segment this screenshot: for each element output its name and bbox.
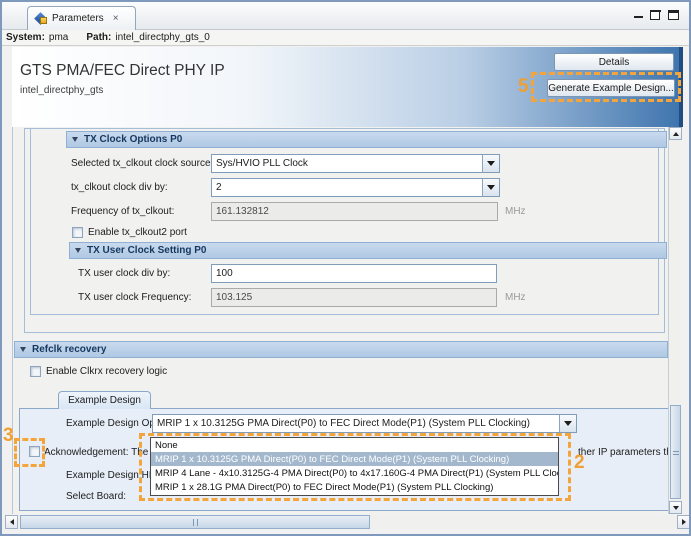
horizontal-scrollbar-thumb[interactable] bbox=[20, 515, 370, 529]
chevron-down-icon[interactable] bbox=[482, 155, 499, 172]
ip-header-banner: GTS PMA/FEC Direct PHY IP intel_directph… bbox=[12, 47, 683, 127]
tx-user-div-label: TX user clock div by: bbox=[78, 268, 171, 279]
section-title: TX Clock Options P0 bbox=[84, 134, 183, 145]
tx-user-freq-field: 103.125 bbox=[211, 288, 497, 307]
tx-user-div-input[interactable]: 100 bbox=[211, 264, 497, 283]
mhz-unit-label: MHz bbox=[505, 292, 526, 303]
readonly-value: 103.125 bbox=[216, 292, 253, 303]
section-title: Refclk recovery bbox=[32, 344, 107, 355]
tx-clkout-freq-field: 161.132812 bbox=[211, 202, 498, 221]
tab-parameters[interactable]: Parameters × bbox=[27, 6, 136, 30]
input-value: 100 bbox=[216, 268, 233, 279]
enable-clkrx-recovery-label: Enable Clkrx recovery logic bbox=[46, 366, 168, 377]
tab-label: Parameters bbox=[52, 13, 104, 24]
list-item-selected[interactable]: MRIP 1 x 10.3125G PMA Direct(P0) to FEC … bbox=[151, 452, 558, 467]
enable-clkrx-recovery-checkbox[interactable] bbox=[30, 366, 41, 377]
tab-label: Example Design bbox=[68, 395, 141, 406]
vertical-scrollbar-thumb[interactable] bbox=[670, 405, 681, 499]
list-item[interactable]: None bbox=[151, 438, 558, 452]
enable-tx-clkout2-checkbox[interactable] bbox=[72, 227, 83, 238]
scroll-right-button[interactable] bbox=[677, 515, 689, 529]
section-title: TX User Clock Setting P0 bbox=[87, 245, 207, 256]
window-controls bbox=[634, 10, 679, 20]
system-value: pma bbox=[48, 32, 69, 43]
view-tab-bar: Parameters × bbox=[2, 2, 689, 30]
close-icon[interactable]: × bbox=[113, 13, 119, 24]
dropdown-value: MRIP 1 x 10.3125G PMA Direct(P0) to FEC … bbox=[157, 418, 530, 429]
acknowledgement-label-continued: ther IP parameters that bbox=[578, 447, 668, 458]
system-path-bar: System: pma Path: intel_directphy_gts_0 bbox=[2, 30, 689, 46]
scroll-up-button[interactable] bbox=[669, 127, 682, 140]
collapse-triangle-icon bbox=[75, 248, 81, 253]
tx-clkout-div-dropdown[interactable]: 2 bbox=[211, 178, 500, 197]
system-label: System: bbox=[6, 32, 45, 43]
path-label: Path: bbox=[86, 32, 112, 43]
minimize-icon[interactable] bbox=[634, 11, 643, 20]
enable-tx-clkout2-label: Enable tx_clkout2 port bbox=[88, 227, 187, 238]
readonly-value: 161.132812 bbox=[216, 206, 269, 217]
annotation-number-5: 5 bbox=[518, 76, 529, 97]
tx-user-freq-label: TX user clock Frequency: bbox=[78, 292, 192, 303]
tab-example-design[interactable]: Example Design bbox=[58, 391, 151, 409]
horizontal-scrollbar[interactable] bbox=[5, 515, 689, 529]
collapse-triangle-icon bbox=[20, 347, 26, 352]
mhz-unit-label: MHz bbox=[505, 206, 526, 217]
tx-clkout-div-label: tx_clkout clock div by: bbox=[71, 182, 168, 193]
chevron-down-icon[interactable] bbox=[482, 179, 499, 196]
scroll-left-button[interactable] bbox=[5, 515, 18, 529]
scroll-down-button[interactable] bbox=[669, 501, 682, 514]
section-tx-clock-options[interactable]: TX Clock Options P0 bbox=[66, 131, 667, 148]
generate-example-design-button[interactable]: Generate Example Design... bbox=[547, 79, 675, 97]
list-item[interactable]: MRIP 1 x 28.1G PMA Direct(P0) to FEC Dir… bbox=[151, 481, 558, 495]
parameters-window: Parameters × System: pma Path: intel_dir… bbox=[0, 0, 691, 536]
acknowledgement-checkbox[interactable] bbox=[29, 446, 40, 457]
chevron-down-icon[interactable] bbox=[559, 415, 576, 432]
path-value: intel_directphy_gts_0 bbox=[115, 32, 210, 43]
annotation-number-3: 3 bbox=[3, 425, 14, 446]
list-item[interactable]: MRIP 4 Lane - 4x10.3125G-4 PMA Direct(P0… bbox=[151, 466, 558, 480]
tx-clkout-source-label: Selected tx_clkout clock source: bbox=[71, 158, 214, 169]
tx-clkout-source-dropdown[interactable]: Sys/HVIO PLL Clock bbox=[211, 154, 500, 173]
instance-name: intel_directphy_gts bbox=[20, 85, 104, 96]
example-design-options-dropdown[interactable]: MRIP 1 x 10.3125G PMA Direct(P0) to FEC … bbox=[152, 414, 577, 433]
collapse-triangle-icon bbox=[72, 137, 78, 142]
details-button[interactable]: Details bbox=[554, 53, 674, 71]
parameters-tab-icon bbox=[35, 13, 47, 25]
maximize-icon[interactable] bbox=[668, 10, 679, 20]
section-refclk-recovery[interactable]: Refclk recovery bbox=[14, 341, 668, 358]
select-board-label: Select Board: bbox=[66, 491, 127, 502]
dropdown-value: Sys/HVIO PLL Clock bbox=[216, 158, 308, 169]
vertical-scrollbar[interactable] bbox=[668, 127, 682, 514]
annotation-number-2: 2 bbox=[574, 452, 585, 473]
page-title: GTS PMA/FEC Direct PHY IP bbox=[20, 62, 225, 79]
restore-icon[interactable] bbox=[650, 10, 661, 20]
acknowledgement-label: Acknowledgement: The ex bbox=[44, 447, 162, 458]
example-design-options-list: None MRIP 1 x 10.3125G PMA Direct(P0) to… bbox=[150, 437, 559, 496]
dropdown-value: 2 bbox=[216, 182, 222, 193]
tx-clkout-freq-label: Frequency of tx_clkout: bbox=[71, 206, 175, 217]
section-tx-user-clock[interactable]: TX User Clock Setting P0 bbox=[69, 242, 667, 259]
